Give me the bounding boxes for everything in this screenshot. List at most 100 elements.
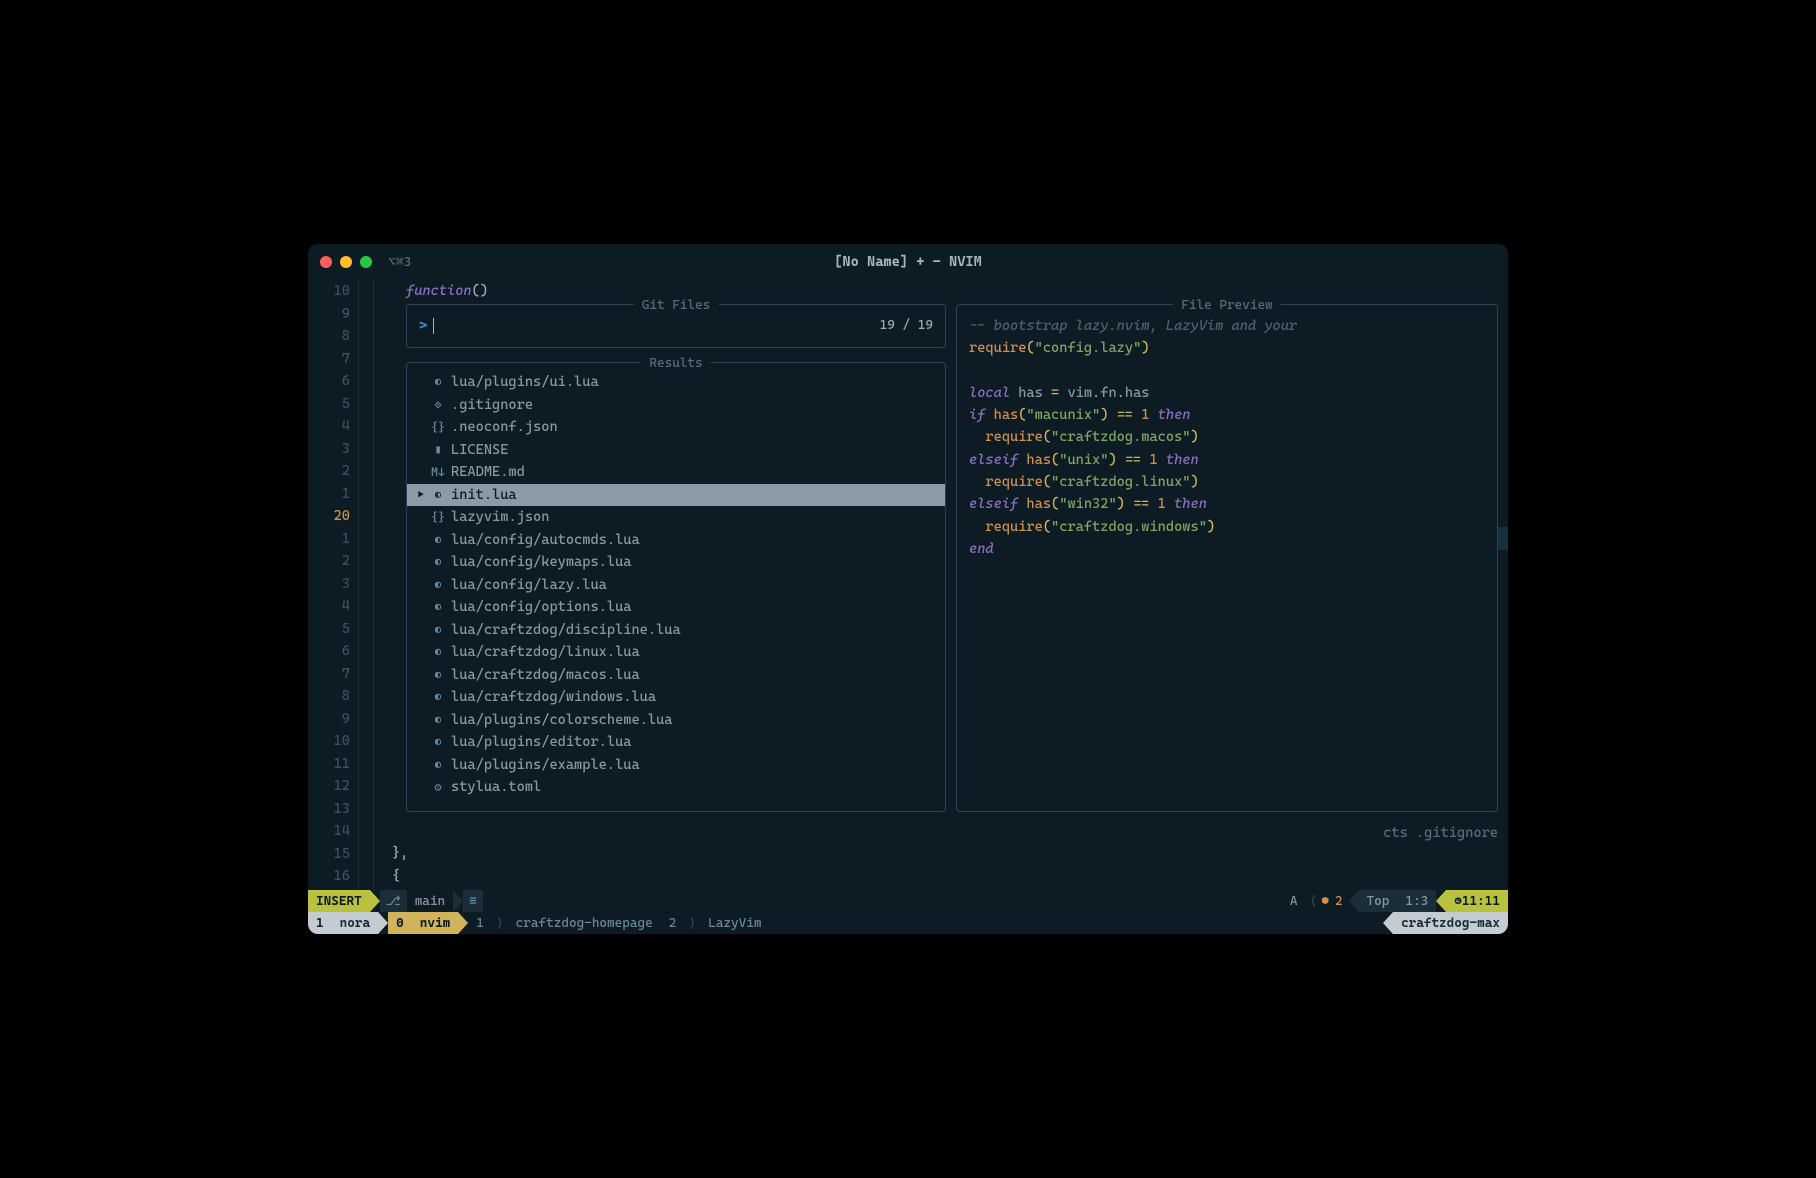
result-item[interactable]: ◐lua/craftzdog/discipline.lua (407, 619, 945, 642)
git-files-prompt[interactable]: Git Files > 19 / 19 (406, 304, 946, 348)
result-item[interactable]: ◐lua/config/autocmds.lua (407, 529, 945, 552)
list-icon: ≡ (463, 890, 483, 912)
file-icon: ◐ (431, 664, 445, 687)
line-number: 5 (308, 618, 350, 641)
preview-line: elseif has("unix") == 1 then (969, 449, 1485, 471)
window-title: [No Name] + - NVIM (834, 254, 982, 270)
line-number: 2 (308, 550, 350, 573)
result-item[interactable]: ⚙stylua.toml (407, 776, 945, 799)
window-index[interactable]: 2 (661, 912, 685, 934)
line-number: 4 (308, 595, 350, 618)
cursor-position: 1:3 (1397, 890, 1436, 912)
window-active-index[interactable]: 0 (388, 912, 412, 934)
file-icon: ◐ (431, 551, 445, 574)
result-item[interactable]: {}.neoconf.json (407, 416, 945, 439)
close-icon[interactable] (320, 256, 332, 268)
result-item[interactable]: ▮LICENSE (407, 439, 945, 462)
prompt-icon: > (419, 315, 427, 338)
session-name[interactable]: nora (332, 912, 378, 934)
preview-line: require("craftzdog.windows") (969, 516, 1485, 538)
result-item[interactable]: {} lazyvim.json (407, 506, 945, 529)
session-index[interactable]: 1 (308, 912, 332, 934)
result-item[interactable]: ◐ lua/config/options.lua (407, 596, 945, 619)
file-name: lazyvim.json (451, 506, 549, 529)
line-gutter: 109876543212012345678910111213141516 (308, 280, 358, 890)
code-area[interactable]: function() Git Files > 19 / 19 Results ◐… (406, 280, 1508, 890)
result-item[interactable]: ◐ lua/craftzdog/macos.lua (407, 664, 945, 687)
window-active-name[interactable]: nvim (412, 912, 458, 934)
panel-title: File Preview (1173, 295, 1280, 318)
file-icon: {} (431, 506, 445, 529)
brace-close: }, (392, 845, 408, 861)
indent-guide (373, 280, 374, 890)
tmux-statusline: 1 nora 0 nvim 1 ⟩ craftzdog-homepage 2 ⟩… (308, 912, 1508, 934)
result-item[interactable]: ◐lua/craftzdog/windows.lua (407, 686, 945, 709)
line-number: 2 (308, 460, 350, 483)
line-number: 6 (308, 640, 350, 663)
overflow-text: cts .gitignore (1383, 822, 1498, 845)
file-icon: ◐ (431, 709, 445, 732)
separator-icon: ⟩ (496, 916, 504, 931)
result-item[interactable]: ◐lua/plugins/colorscheme.lua (407, 709, 945, 732)
panel-title: Git Files (634, 295, 719, 318)
separator-icon (370, 890, 380, 912)
line-number: 10 (308, 280, 350, 303)
line-number: 9 (308, 303, 350, 326)
line-number: 4 (308, 415, 350, 438)
file-name: lua/craftzdog/macos.lua (451, 664, 640, 687)
line-number: 11 (308, 753, 350, 776)
line-number: 10 (308, 730, 350, 753)
file-name: .gitignore (451, 394, 533, 417)
file-icon: ◐ (431, 574, 445, 597)
preview-line: end (969, 538, 1485, 560)
selection-caret-icon: ▸ (417, 484, 425, 507)
result-item[interactable]: ◐ lua/config/lazy.lua (407, 574, 945, 597)
separator-icon: ⟩ (688, 916, 696, 931)
line-number: 15 (308, 843, 350, 866)
preview-line: local has = vim.fn.has (969, 382, 1485, 404)
minimize-icon[interactable] (340, 256, 352, 268)
tab-indicator: ⌥⌘3 (388, 255, 411, 270)
line-number: 8 (308, 685, 350, 708)
clock-icon: ◷ (1454, 894, 1462, 909)
result-count: 19 / 19 (880, 315, 933, 338)
file-name: .neoconf.json (451, 416, 558, 439)
file-name: lua/config/lazy.lua (451, 574, 607, 597)
diagnostic-count: 2 (1335, 894, 1343, 909)
file-icon: ◐ (431, 641, 445, 664)
window-name[interactable]: LazyVim (700, 912, 769, 934)
result-item[interactable]: ◐lua/config/keymaps.lua (407, 551, 945, 574)
line-number: 9 (308, 708, 350, 731)
result-item[interactable]: ◐lua/plugins/editor.lua (407, 731, 945, 754)
git-branch-icon: ⎇ (380, 890, 407, 912)
file-name: lua/craftzdog/discipline.lua (451, 619, 681, 642)
editor: 109876543212012345678910111213141516 fun… (308, 280, 1508, 890)
result-item[interactable]: ◐lua/craftzdog/linux.lua (407, 641, 945, 664)
result-item[interactable]: ◐lua/plugins/example.lua (407, 754, 945, 777)
line-number: 1 (308, 483, 350, 506)
text-cursor (433, 318, 434, 334)
result-item[interactable]: ◈.gitignore (407, 394, 945, 417)
preview-line: require("config.lazy") (969, 337, 1485, 359)
file-name: lua/config/options.lua (451, 596, 631, 619)
file-icon: ◐ (431, 371, 445, 394)
diagnostic-label: A (1282, 890, 1306, 912)
separator-icon (378, 912, 388, 934)
result-item[interactable]: M↓README.md (407, 461, 945, 484)
window-name[interactable]: craftzdog-homepage (508, 912, 661, 934)
result-item[interactable]: ▸◐init.lua (407, 484, 945, 507)
mode-indicator: INSERT (308, 890, 370, 912)
line-number: 14 (308, 820, 350, 843)
line-number: 3 (308, 573, 350, 596)
separator-icon (1436, 890, 1446, 912)
file-icon: ◐ (431, 596, 445, 619)
line-number: 8 (308, 325, 350, 348)
preview-line (969, 360, 1485, 382)
window-index[interactable]: 1 (468, 912, 492, 934)
file-name: stylua.toml (451, 776, 541, 799)
preview-line: require("craftzdog.linux") (969, 471, 1485, 493)
file-name: init.lua (451, 484, 517, 507)
file-name: lua/plugins/ui.lua (451, 371, 599, 394)
maximize-icon[interactable] (360, 256, 372, 268)
preview-line: elseif has("win32") == 1 then (969, 493, 1485, 515)
